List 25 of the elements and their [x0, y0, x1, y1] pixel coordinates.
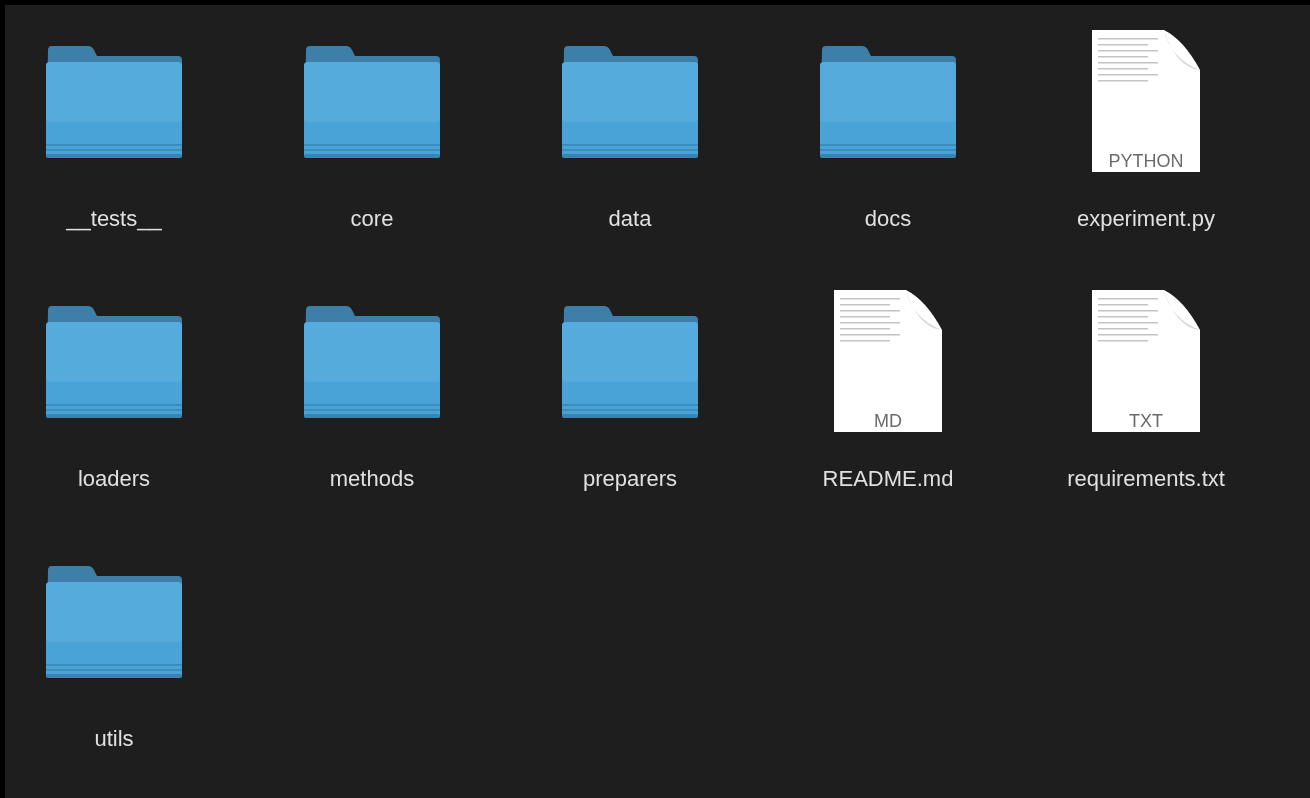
file-name[interactable]: data [608, 202, 652, 235]
folder-icon [560, 43, 700, 159]
file-name[interactable]: loaders [77, 462, 151, 495]
file-name[interactable]: utils [94, 722, 134, 755]
folder-icon [44, 563, 184, 679]
file-name[interactable]: requirements.txt [1067, 462, 1225, 495]
folder-icon [302, 43, 442, 159]
file-name[interactable]: experiment.py [1076, 202, 1216, 235]
file-name[interactable]: preparers [582, 462, 678, 495]
file-name[interactable]: docs [864, 202, 912, 235]
folder-icon [44, 303, 184, 419]
folder-icon [560, 303, 700, 419]
file-type-label: PYTHON [1107, 152, 1185, 170]
folder-icon [302, 303, 442, 419]
file-type-label: MD [873, 412, 903, 430]
file-name[interactable]: README.md [822, 462, 954, 495]
document-icon [1092, 290, 1200, 432]
folder-icon [818, 43, 958, 159]
document-icon [1092, 30, 1200, 172]
file-name[interactable]: __tests__ [66, 202, 162, 235]
file-type-label: TXT [1128, 412, 1164, 430]
document-icon [834, 290, 942, 432]
folder-icon [44, 43, 184, 159]
file-name[interactable]: core [350, 202, 394, 235]
file-name[interactable]: methods [329, 462, 415, 495]
